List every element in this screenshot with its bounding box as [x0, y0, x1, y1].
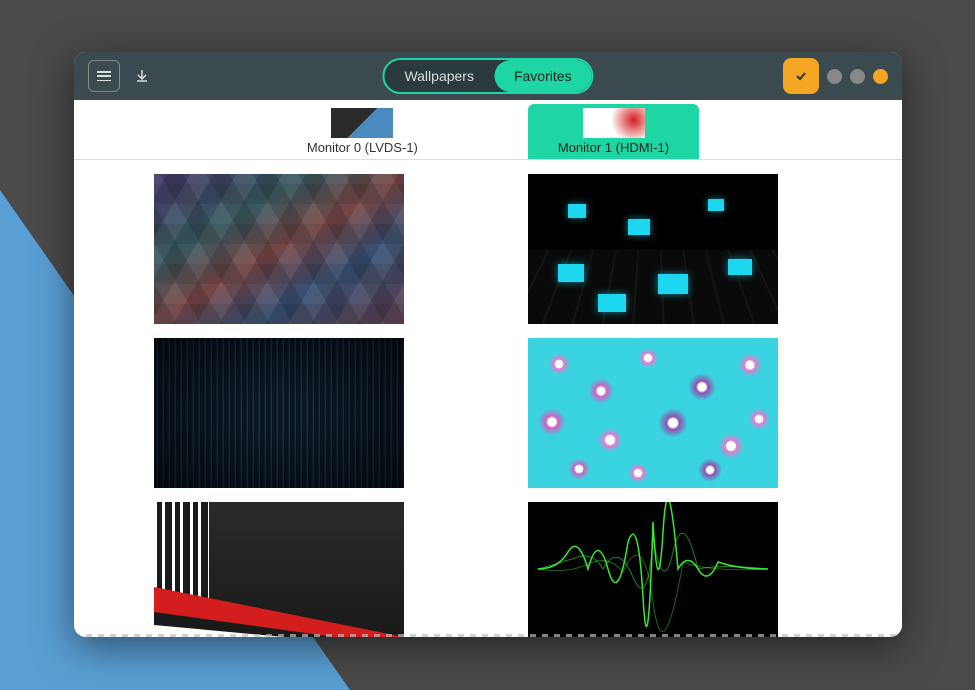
hamburger-icon	[97, 71, 111, 81]
wallpaper-grid-container	[74, 160, 902, 637]
wallpaper-thumbnail[interactable]	[154, 338, 404, 488]
wallpaper-grid	[84, 174, 892, 637]
wallpaper-thumbnail[interactable]	[528, 502, 778, 637]
monitor-tabs: Monitor 0 (LVDS-1) Monitor 1 (HDMI-1)	[74, 100, 902, 160]
wallpaper-thumbnail[interactable]	[528, 174, 778, 324]
wallpaper-thumbnail[interactable]	[154, 174, 404, 324]
wallpaper-app-window: Wallpapers Favorites Monitor 0 (LVDS-1) …	[74, 52, 902, 637]
tab-switcher: Wallpapers Favorites	[382, 58, 593, 94]
monitor-1-label: Monitor 1 (HDMI-1)	[558, 140, 669, 155]
check-icon	[794, 69, 808, 83]
titlebar: Wallpapers Favorites	[74, 52, 902, 100]
minimize-button[interactable]	[827, 69, 842, 84]
tab-favorites[interactable]: Favorites	[494, 60, 592, 92]
monitor-tab-0[interactable]: Monitor 0 (LVDS-1)	[277, 104, 448, 159]
apply-button[interactable]	[783, 58, 819, 94]
monitor-tab-1[interactable]: Monitor 1 (HDMI-1)	[528, 104, 699, 159]
monitor-1-preview	[583, 108, 645, 138]
download-button[interactable]	[130, 64, 154, 88]
monitor-0-label: Monitor 0 (LVDS-1)	[307, 140, 418, 155]
wallpaper-thumbnail[interactable]	[528, 338, 778, 488]
monitor-0-preview	[331, 108, 393, 138]
menu-button[interactable]	[88, 60, 120, 92]
window-controls	[783, 58, 888, 94]
download-icon	[134, 68, 150, 84]
tab-wallpapers[interactable]: Wallpapers	[384, 60, 494, 92]
maximize-button[interactable]	[850, 69, 865, 84]
soundwave-icon	[528, 502, 778, 637]
close-button[interactable]	[873, 69, 888, 84]
wallpaper-thumbnail[interactable]	[154, 502, 404, 637]
